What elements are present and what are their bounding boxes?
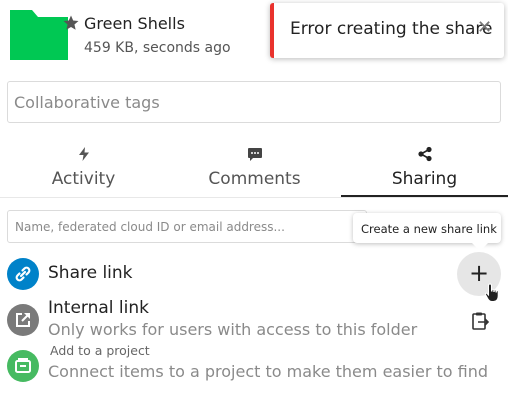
close-icon[interactable]: ✕ <box>477 17 492 38</box>
tabs-divider <box>0 197 508 198</box>
hand-cursor-icon <box>482 282 504 304</box>
tooltip: Create a new share link <box>353 213 501 243</box>
project-avatar <box>7 350 39 382</box>
comment-icon <box>247 146 263 162</box>
tags-placeholder: Collaborative tags <box>14 93 160 112</box>
tab-activity[interactable]: Activity <box>0 144 167 198</box>
internal-link-avatar <box>7 304 39 336</box>
external-link-icon <box>16 313 30 327</box>
internal-link-label: Internal link <box>48 298 149 318</box>
collaborative-tags-input[interactable]: Collaborative tags <box>7 81 501 123</box>
tooltip-arrow <box>472 243 488 251</box>
tab-sharing-label: Sharing <box>391 169 458 189</box>
share-with-input[interactable]: Name, federated cloud ID or email addres… <box>7 210 367 243</box>
lightning-icon <box>76 146 92 162</box>
star-icon[interactable] <box>62 14 80 32</box>
tab-activity-label: Activity <box>51 169 116 189</box>
share-icon <box>417 146 433 162</box>
folder-icon <box>10 10 79 60</box>
share-link-label: Share link <box>48 263 133 283</box>
file-title: Green Shells <box>84 14 185 33</box>
tab-comments[interactable]: Comments <box>171 144 338 198</box>
tab-comments-label: Comments <box>208 169 301 189</box>
add-to-project-description: Connect items to a project to make them … <box>48 362 489 381</box>
active-tab-indicator <box>341 195 508 197</box>
link-avatar <box>7 258 39 290</box>
share-with-placeholder: Name, federated cloud ID or email addres… <box>15 220 285 234</box>
file-meta: 459 KB, seconds ago <box>84 40 231 56</box>
projects-icon <box>15 358 31 373</box>
link-icon <box>15 266 31 282</box>
add-to-project-label[interactable]: Add to a project <box>50 343 150 358</box>
tooltip-text: Create a new share link <box>361 222 497 236</box>
error-toast: Error creating the share ✕ <box>270 3 504 58</box>
clipboard-icon[interactable] <box>470 310 490 332</box>
internal-link-description: Only works for users with access to this… <box>48 320 418 339</box>
toast-message: Error creating the share <box>290 19 493 39</box>
tab-sharing[interactable]: Sharing <box>341 144 508 198</box>
